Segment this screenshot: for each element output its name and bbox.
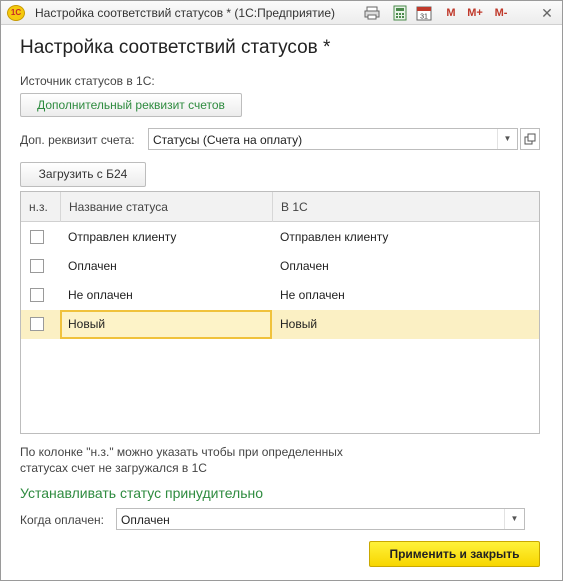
column-header-1c[interactable]: В 1С [272,192,539,222]
hint-text: По колонке "н.з." можно указать чтобы пр… [20,444,400,476]
column-header-status-name[interactable]: Название статуса [60,192,272,222]
when-paid-label: Когда оплачен: [20,513,104,527]
status-name-cell-current[interactable]: Новый [60,310,272,339]
hint-line-1: По колонке "н.з." можно указать чтобы пр… [20,445,343,459]
status-name-cell[interactable]: Отправлен клиенту [60,223,272,252]
app-logo-icon: 1С [7,5,25,21]
svg-text:31: 31 [420,14,428,21]
chevron-down-icon[interactable]: ▼ [497,129,517,149]
table-row[interactable]: Отправлен клиенту Отправлен клиенту [21,223,539,252]
memory-plus-button[interactable]: M+ [464,5,486,21]
dialog-window: 1С Настройка соответствий статусов * (1С… [0,0,563,581]
status-name-cell[interactable]: Оплачен [60,252,272,281]
attribute-value: Статусы (Счета на оплату) [153,133,303,147]
apply-and-close-button[interactable]: Применить и закрыть [369,541,540,567]
attribute-select[interactable]: Статусы (Счета на оплату) ▼ [148,128,518,150]
status-1c-cell[interactable]: Оплачен [272,252,539,281]
calendar-icon[interactable]: 31 [416,5,432,21]
status-name-cell[interactable]: Не оплачен [60,281,272,310]
nz-checkbox[interactable] [30,288,44,302]
attribute-label: Доп. реквизит счета: [20,133,135,147]
nz-checkbox[interactable] [30,317,44,331]
open-attribute-button[interactable] [520,128,540,150]
window-title: Настройка соответствий статусов * (1С:Пр… [35,6,336,20]
load-from-b24-button[interactable]: Загрузить с Б24 [20,162,146,187]
source-label: Источник статусов в 1С: [20,74,155,88]
hint-line-2: статусах счет не загружался в 1С [20,461,207,475]
nz-checkbox[interactable] [30,230,44,244]
nz-checkbox[interactable] [30,259,44,273]
table-header: н.з. Название статуса В 1С [21,192,539,222]
memory-minus-button[interactable]: M- [491,5,511,21]
page-title: Настройка соответствий статусов * [20,37,331,58]
calculator-icon[interactable] [392,5,408,21]
column-header-nz[interactable]: н.з. [21,192,60,222]
open-icon [524,133,536,145]
print-icon[interactable] [364,5,380,21]
status-table: н.з. Название статуса В 1С Отправлен кли… [20,191,540,434]
chevron-down-icon[interactable]: ▼ [504,509,524,529]
status-1c-cell[interactable]: Не оплачен [272,281,539,310]
table-row[interactable]: Не оплачен Не оплачен [21,281,539,310]
status-1c-cell[interactable]: Отправлен клиенту [272,223,539,252]
status-1c-cell[interactable]: Новый [272,310,539,339]
additional-attribute-button[interactable]: Дополнительный реквизит счетов [20,93,242,117]
title-bar: 1С Настройка соответствий статусов * (1С… [1,1,562,25]
table-row[interactable]: Оплачен Оплачен [21,252,539,281]
table-row-selected[interactable]: Новый Новый [21,310,539,339]
when-paid-value: Оплачен [121,513,170,527]
force-status-title: Устанавливать статус принудительно [20,485,264,501]
close-icon[interactable]: ✕ [539,5,555,21]
memory-m-button[interactable]: M [445,5,457,21]
when-paid-select[interactable]: Оплачен ▼ [116,508,525,530]
